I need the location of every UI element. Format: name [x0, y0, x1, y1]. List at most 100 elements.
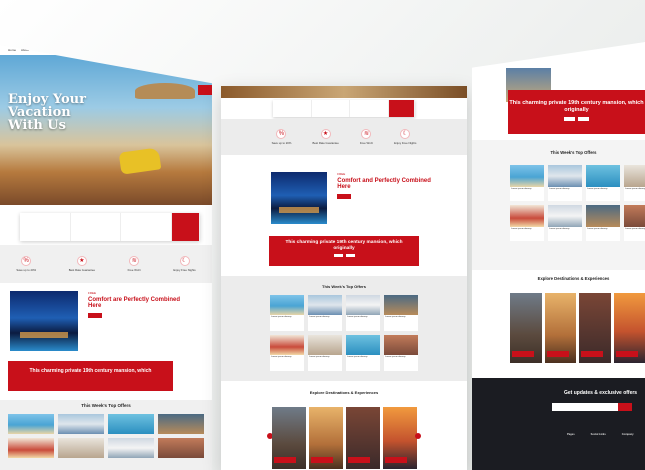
offer-caption: Lorem ipsum dummy: [308, 355, 342, 371]
resort-photo: [271, 172, 328, 224]
featured-button[interactable]: [337, 194, 352, 199]
promo-button[interactable]: [345, 254, 355, 257]
offer-card[interactable]: [58, 414, 104, 434]
offer-card[interactable]: [58, 438, 104, 458]
destinations-title: Explore Destinations & Experiences: [309, 390, 379, 395]
promo-button[interactable]: [578, 117, 589, 121]
destination-card[interactable]: [271, 407, 306, 469]
pillow-graphic: [118, 147, 162, 175]
badge-icon: ★: [320, 129, 331, 139]
promo-banner-text: This charming private 19th century mansi…: [8, 368, 173, 374]
offer-card[interactable]: [158, 414, 204, 434]
offer-card[interactable]: Lorem ipsum dummy: [346, 335, 380, 371]
offers-section: This Week's Top Offers: [0, 400, 212, 470]
wifi-icon: ≋: [361, 129, 372, 139]
promo-button[interactable]: [333, 254, 343, 257]
destination-label: [581, 351, 603, 357]
promo-banner-text: This charming private 19th century mansi…: [508, 100, 645, 114]
offer-card[interactable]: Lorem ipsum dummy: [308, 295, 342, 331]
homepage-mockup-center: % Save up to 20% ★ Best Rate Guarantee ≋ Fr…: [221, 86, 467, 470]
destination-card[interactable]: [579, 293, 611, 363]
offer-caption: Lorem ipsum dummy: [548, 227, 582, 241]
badge-icon: ★: [76, 256, 87, 266]
check-availability-button[interactable]: [172, 213, 201, 241]
offer-caption: Lorem ipsum dummy: [308, 315, 342, 331]
book-now-button[interactable]: [198, 85, 212, 95]
offers-section: This Week's Top Offers Lorem ipsum dummy…: [221, 276, 467, 381]
offer-card[interactable]: Lorem ipsum dummy: [624, 165, 645, 201]
check-out-field[interactable]: [71, 213, 122, 241]
offer-card[interactable]: Lorem ipsum dummy: [548, 165, 582, 201]
offer-card[interactable]: Lorem ipsum dummy: [586, 165, 620, 201]
featured-text: FREE Comfort and Perfectly Combined Here: [337, 172, 431, 224]
newsletter-email-input[interactable]: [552, 403, 632, 411]
guests-field[interactable]: [350, 100, 390, 117]
guests-field[interactable]: [121, 213, 173, 241]
offer-card[interactable]: Lorem ipsum dummy: [270, 295, 304, 331]
nav-item[interactable]: About: [21, 48, 29, 52]
offer-photo: [510, 205, 544, 227]
offer-card[interactable]: Lorem ipsum dummy: [308, 335, 342, 371]
offer-card[interactable]: Lorem ipsum dummy: [270, 335, 304, 371]
offer-card[interactable]: Lorem ipsum dummy: [510, 165, 544, 201]
featured-button[interactable]: [88, 313, 102, 318]
offer-card[interactable]: [108, 414, 154, 434]
offer-card[interactable]: Lorem ipsum dummy: [624, 205, 645, 241]
offer-card[interactable]: Lorem ipsum dummy: [548, 205, 582, 241]
offer-card[interactable]: Lorem ipsum dummy: [586, 205, 620, 241]
offer-caption: Lorem ipsum dummy: [346, 315, 380, 331]
destination-card[interactable]: [613, 293, 645, 363]
subscribe-button[interactable]: [618, 403, 632, 411]
offer-card[interactable]: [158, 438, 204, 458]
nav-item[interactable]: Home: [8, 48, 16, 52]
destination-card[interactable]: [382, 407, 417, 469]
offer-card[interactable]: Lorem ipsum dummy: [384, 335, 418, 371]
offer-card[interactable]: [8, 438, 54, 458]
offer-photo: [346, 335, 380, 355]
check-out-field[interactable]: [312, 100, 351, 117]
destination-card[interactable]: [345, 407, 380, 469]
destination-card[interactable]: [308, 407, 343, 469]
offer-photo: [308, 335, 342, 355]
nav-item[interactable]: Offers: [48, 48, 56, 52]
destination-card[interactable]: [544, 293, 576, 363]
destination-card[interactable]: [510, 293, 542, 363]
booking-search-bar: [273, 100, 416, 117]
carousel-next-arrow[interactable]: [415, 433, 421, 439]
offer-card[interactable]: Lorem ipsum dummy: [346, 295, 380, 331]
offer-photo: [270, 295, 304, 315]
percent-icon: %: [276, 129, 287, 139]
footer-column-title: Pages: [567, 433, 575, 436]
check-in-field[interactable]: [273, 100, 312, 117]
offer-caption: Lorem ipsum dummy: [510, 187, 544, 201]
newsletter-title: Get updates & exclusive offers: [564, 390, 638, 396]
offer-caption: Lorem ipsum dummy: [270, 315, 304, 331]
destination-label: [310, 457, 333, 463]
promo-banner: This charming private 19th century mansi…: [8, 361, 173, 391]
promo-button[interactable]: [564, 117, 575, 121]
destination-label: [384, 457, 407, 463]
offer-photo: [624, 205, 645, 227]
hero-title-line: With Us: [8, 118, 66, 133]
showcase-stage: Home About Gallery Offers Enjoy Your Vac…: [0, 0, 645, 470]
moon-icon: ☾: [179, 256, 190, 266]
offer-photo: [384, 335, 418, 355]
feature-item: ☾ Enjoy Free Nights: [394, 129, 416, 145]
offers-grid: Lorem ipsum dummy Lorem ipsum dummy Lore…: [221, 295, 467, 371]
check-availability-button[interactable]: [389, 100, 416, 117]
offer-caption: Lorem ipsum dummy: [270, 355, 304, 371]
offers-grid: [0, 408, 212, 464]
feature-label: Save up to 20%: [16, 268, 37, 272]
offer-photo: [384, 295, 418, 315]
destination-label: [273, 457, 296, 463]
nav-item[interactable]: Gallery: [34, 48, 44, 52]
footer-columns: Pages Social Links Company: [567, 433, 634, 436]
footer-column-title: Social Links: [590, 433, 606, 436]
promo-line: This charming private 19th century mansi…: [29, 368, 152, 374]
offer-card[interactable]: [8, 414, 54, 434]
offers-section: This Week's Top Offers Lorem ipsum dummy…: [472, 140, 645, 270]
offer-card[interactable]: [108, 438, 154, 458]
offer-card[interactable]: Lorem ipsum dummy: [510, 205, 544, 241]
offer-card[interactable]: Lorem ipsum dummy: [384, 295, 418, 331]
check-in-field[interactable]: [20, 213, 71, 241]
